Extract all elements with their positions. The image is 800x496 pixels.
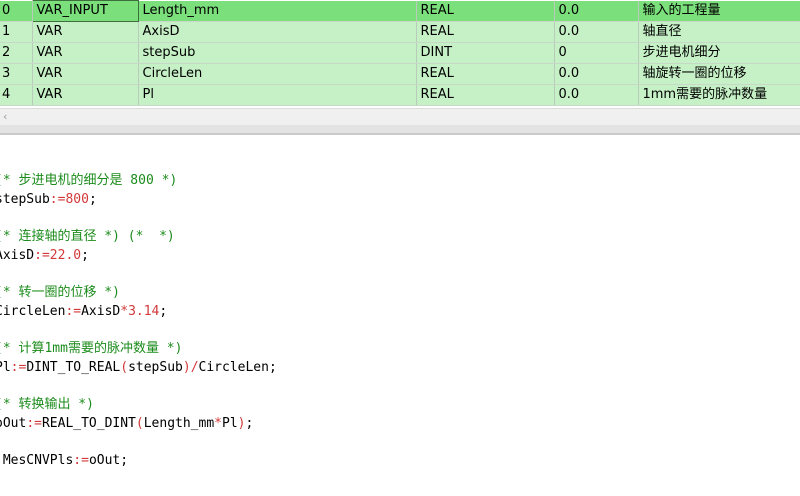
identifier: AxisD bbox=[81, 303, 121, 319]
var-name-cell[interactable]: Length_mm bbox=[138, 0, 417, 22]
code-line: (* 计算1mm需要的脉冲数量 *) bbox=[0, 340, 800, 359]
code-line: (* 步进电机的细分是 800 *) bbox=[0, 172, 800, 191]
code-line: CircleLen:=AxisD*3.14; bbox=[0, 303, 800, 322]
code-line: oOut:=REAL_TO_DINT(Length_mm*Pl); bbox=[0, 415, 800, 434]
function-name: DINT_TO_REAL bbox=[26, 359, 121, 375]
code-line: MesCNVPls:=oOut; bbox=[0, 452, 800, 471]
var-init-cell[interactable]: 0.0 bbox=[554, 84, 639, 106]
comment: (* 计算1mm需要的脉冲数量 *) bbox=[0, 341, 183, 357]
operator: * bbox=[214, 415, 222, 431]
identifier: MesCNVPls bbox=[0, 453, 74, 469]
var-comment-cell[interactable]: 轴直径 bbox=[638, 21, 800, 43]
var-kind-cell[interactable]: VAR bbox=[32, 63, 139, 85]
var-init-cell[interactable]: 0 bbox=[554, 42, 639, 64]
operator: := bbox=[73, 453, 89, 469]
code-line: (* 转一圈的位移 *) bbox=[0, 284, 800, 303]
comment: (* 连接轴的直径 *) (* *) bbox=[0, 229, 175, 245]
identifier: stepSub bbox=[0, 191, 50, 207]
code-line: Pl:=DINT_TO_REAL(stepSub)/CircleLen; bbox=[0, 359, 800, 378]
identifier: Pl bbox=[222, 415, 238, 431]
var-type-cell[interactable]: REAL bbox=[416, 84, 555, 106]
code-line: AxisD:=22.0; bbox=[0, 247, 800, 266]
operator: * bbox=[120, 303, 129, 319]
function-name: REAL_TO_DINT bbox=[41, 415, 136, 431]
identifier: stepSub bbox=[128, 359, 183, 375]
identifier: Pl bbox=[0, 359, 11, 375]
paren: ( bbox=[120, 359, 129, 375]
semicolon: ; bbox=[245, 415, 254, 431]
var-name-cell[interactable]: CircleLen bbox=[138, 63, 417, 85]
table-row[interactable]: 4 VAR Pl REAL 0.0 1mm需要的脉冲数量 bbox=[0, 84, 800, 106]
row-index: 4 bbox=[0, 84, 33, 106]
var-type-cell[interactable]: REAL bbox=[416, 0, 555, 22]
var-kind-cell[interactable]: VAR bbox=[32, 21, 139, 43]
var-comment-cell[interactable]: 输入的工程量 bbox=[638, 0, 800, 22]
operator: := bbox=[49, 191, 66, 207]
row-index: 2 bbox=[0, 42, 33, 64]
operator: / bbox=[190, 359, 199, 375]
table-row[interactable]: 2 VAR stepSub DINT 0 步进电机细分 bbox=[0, 42, 800, 64]
horizontal-scrollbar[interactable]: ‹ bbox=[0, 108, 800, 125]
var-kind-cell[interactable]: VAR bbox=[32, 42, 139, 64]
var-kind-cell[interactable]: VAR_INPUT bbox=[31, 0, 139, 22]
var-kind-cell[interactable]: VAR bbox=[32, 84, 139, 106]
paren: ( bbox=[135, 415, 144, 431]
var-name-cell[interactable]: AxisD bbox=[138, 21, 417, 43]
identifier: oOut bbox=[88, 453, 121, 469]
identifier: AxisD bbox=[0, 247, 35, 263]
var-comment-cell[interactable]: 轴旋转一圈的位移 bbox=[638, 63, 800, 85]
var-init-cell[interactable]: 0.0 bbox=[554, 63, 639, 85]
comment: (* 转一圈的位移 *) bbox=[0, 285, 120, 301]
semicolon: ; bbox=[88, 191, 97, 207]
table-row[interactable]: 0 VAR_INPUT Length_mm REAL 0.0 输入的工程量 bbox=[0, 0, 800, 22]
comment: (* 步进电机的细分是 800 *) bbox=[0, 173, 178, 188]
var-type-cell[interactable]: REAL bbox=[416, 21, 555, 43]
var-type-cell[interactable]: DINT bbox=[416, 42, 555, 64]
var-init-cell[interactable]: 0.0 bbox=[554, 21, 639, 43]
var-init-cell[interactable]: 0.0 bbox=[554, 0, 639, 22]
row-index: 0 bbox=[0, 0, 33, 22]
scroll-left-icon[interactable]: ‹ bbox=[3, 110, 7, 123]
number-literal: 3.14 bbox=[128, 303, 160, 319]
var-comment-cell[interactable]: 步进电机细分 bbox=[638, 42, 800, 64]
operator: := bbox=[26, 415, 42, 431]
operator: := bbox=[10, 359, 27, 375]
semicolon: ; bbox=[120, 453, 129, 469]
code-editor[interactable]: (* 步进电机的细分是 800 *) stepSub:=800; (* 连接轴的… bbox=[0, 172, 800, 471]
code-line: (* 连接轴的直径 *) (* *) bbox=[0, 228, 800, 247]
identifier: CircleLen bbox=[0, 303, 66, 319]
number-literal: 22.0 bbox=[49, 247, 82, 263]
table-row[interactable]: 1 VAR AxisD REAL 0.0 轴直径 bbox=[0, 21, 800, 43]
identifier: Length_mm bbox=[143, 415, 215, 431]
identifier: CircleLen bbox=[198, 359, 269, 375]
var-comment-cell[interactable]: 1mm需要的脉冲数量 bbox=[638, 84, 800, 106]
semicolon: ; bbox=[81, 247, 89, 263]
code-line: stepSub:=800; bbox=[0, 191, 800, 210]
row-index: 3 bbox=[0, 63, 33, 85]
var-name-cell[interactable]: stepSub bbox=[138, 42, 417, 64]
code-line: (* 转换输出 *) bbox=[0, 396, 800, 415]
operator: := bbox=[34, 247, 50, 263]
table-row[interactable]: 3 VAR CircleLen REAL 0.0 轴旋转一圈的位移 bbox=[0, 63, 800, 85]
operator: := bbox=[65, 303, 82, 319]
pane-splitter[interactable] bbox=[0, 125, 800, 135]
identifier: oOut bbox=[0, 415, 27, 431]
semicolon: ; bbox=[159, 303, 168, 319]
var-name-cell[interactable]: Pl bbox=[138, 84, 417, 106]
row-index: 1 bbox=[0, 21, 33, 43]
paren: ) bbox=[182, 359, 191, 375]
number-literal: 800 bbox=[65, 191, 89, 207]
comment: (* 转换输出 *) bbox=[0, 397, 94, 413]
semicolon: ; bbox=[268, 359, 277, 375]
var-type-cell[interactable]: REAL bbox=[416, 63, 555, 85]
variable-declaration-table: 0 VAR_INPUT Length_mm REAL 0.0 输入的工程量 1 … bbox=[0, 0, 800, 106]
